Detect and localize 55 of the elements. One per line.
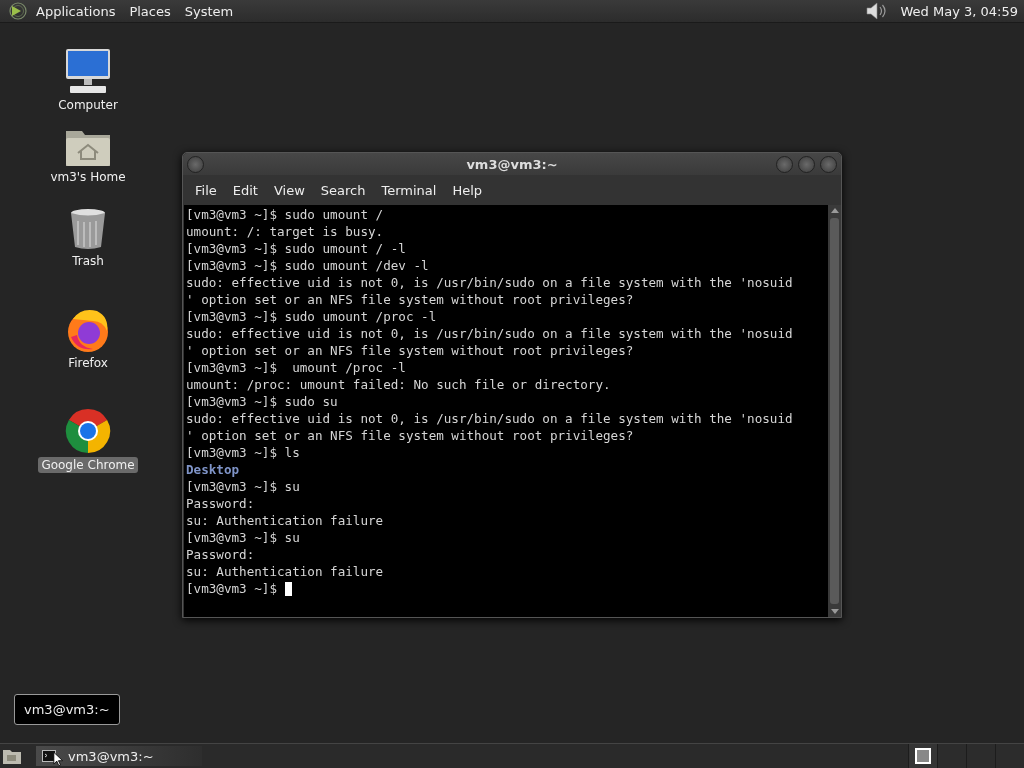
clock[interactable]: Wed May 3, 04:59 [900, 3, 1018, 19]
desktop-icon-label[interactable]: Trash [69, 253, 107, 269]
panel-menu[interactable]: Applications [36, 3, 116, 19]
workspace-button[interactable] [908, 744, 937, 768]
menu-item[interactable]: Search [312, 182, 374, 198]
menu-item[interactable]: File [187, 182, 225, 198]
terminal-line: [vm3@vm3 ~]$ sudo umount /dev -l [186, 257, 429, 274]
menu-item[interactable]: View [265, 182, 313, 198]
show-desktop-icon[interactable] [2, 747, 22, 765]
terminal-line: sudo: effective uid is not 0, is /usr/bin/sudo on a file system with the 'nosuid [186, 274, 793, 291]
mouse-pointer-icon [53, 751, 63, 767]
volume-icon[interactable] [864, 1, 887, 21]
maximize-button[interactable] [798, 155, 815, 173]
scrollbar[interactable] [828, 205, 841, 617]
menu-logo-icon[interactable] [8, 1, 28, 21]
terminal-line: [vm3@vm3 ~]$ sudo umount / [186, 206, 384, 223]
terminal-line: Password: [186, 495, 255, 512]
window-menu-button[interactable] [187, 155, 204, 173]
desktop-icon-label[interactable]: Google Chrome [38, 457, 138, 473]
terminal-line: Desktop [186, 461, 240, 478]
close-button[interactable] [820, 155, 837, 173]
chrome-icon[interactable] [64, 407, 112, 455]
terminal-line: su: Authentication failure [186, 563, 384, 580]
terminal-line: sudo: effective uid is not 0, is /usr/bin/sudo on a file system with the 'nosuid [186, 325, 793, 342]
firefox-icon[interactable] [65, 307, 111, 353]
panel-menu[interactable]: Places [129, 3, 171, 19]
tooltip: vm3@vm3:~ [14, 694, 120, 725]
desktop-icon-label[interactable]: vm3's Home [47, 169, 129, 185]
desktop-icon-label[interactable]: Firefox [65, 355, 111, 371]
panel-menu[interactable]: System [184, 3, 234, 19]
computer-icon[interactable] [63, 47, 113, 95]
terminal-line: ' option set or an NFS file system without root privileges? [186, 291, 634, 308]
terminal-line: Password: [186, 546, 255, 563]
menu-item[interactable]: Edit [224, 182, 266, 198]
terminal-line: ' option set or an NFS file system without root privileges? [186, 427, 634, 444]
menu-item[interactable]: Help [444, 182, 491, 198]
terminal-line: [vm3@vm3 ~]$ sudo su [186, 393, 338, 410]
terminal-line: umount: /proc: umount failed: No such file or directory. [186, 376, 611, 393]
taskbar-button[interactable]: vm3@vm3:~ [36, 746, 202, 766]
minimize-button[interactable] [776, 155, 793, 173]
terminal-line: umount: /: target is busy. [186, 223, 384, 240]
terminal-line: [vm3@vm3 ~]$ sudo umount /proc -l [186, 308, 437, 325]
terminal-line: [vm3@vm3 ~]$ su [186, 478, 300, 495]
terminal-line: [vm3@vm3 ~]$ sudo umount / -l [186, 240, 406, 257]
window-title: vm3@vm3:~ [466, 156, 558, 172]
menu-item[interactable]: Terminal [373, 182, 445, 198]
terminal-line: sudo: effective uid is not 0, is /usr/bin/sudo on a file system with the 'nosuid [186, 410, 793, 427]
terminal-line: ' option set or an NFS file system without root privileges? [186, 342, 634, 359]
terminal-line: [vm3@vm3 ~]$ umount /proc -l [186, 359, 406, 376]
trash-icon[interactable] [68, 207, 108, 251]
terminal-line: [vm3@vm3 ~]$ ls [186, 444, 300, 461]
terminal-line: [vm3@vm3 ~]$ [186, 580, 278, 597]
desktop-icon-label[interactable]: Computer [55, 97, 121, 113]
terminal-line: su: Authentication failure [186, 512, 384, 529]
terminal-line: [vm3@vm3 ~]$ su [186, 529, 300, 546]
